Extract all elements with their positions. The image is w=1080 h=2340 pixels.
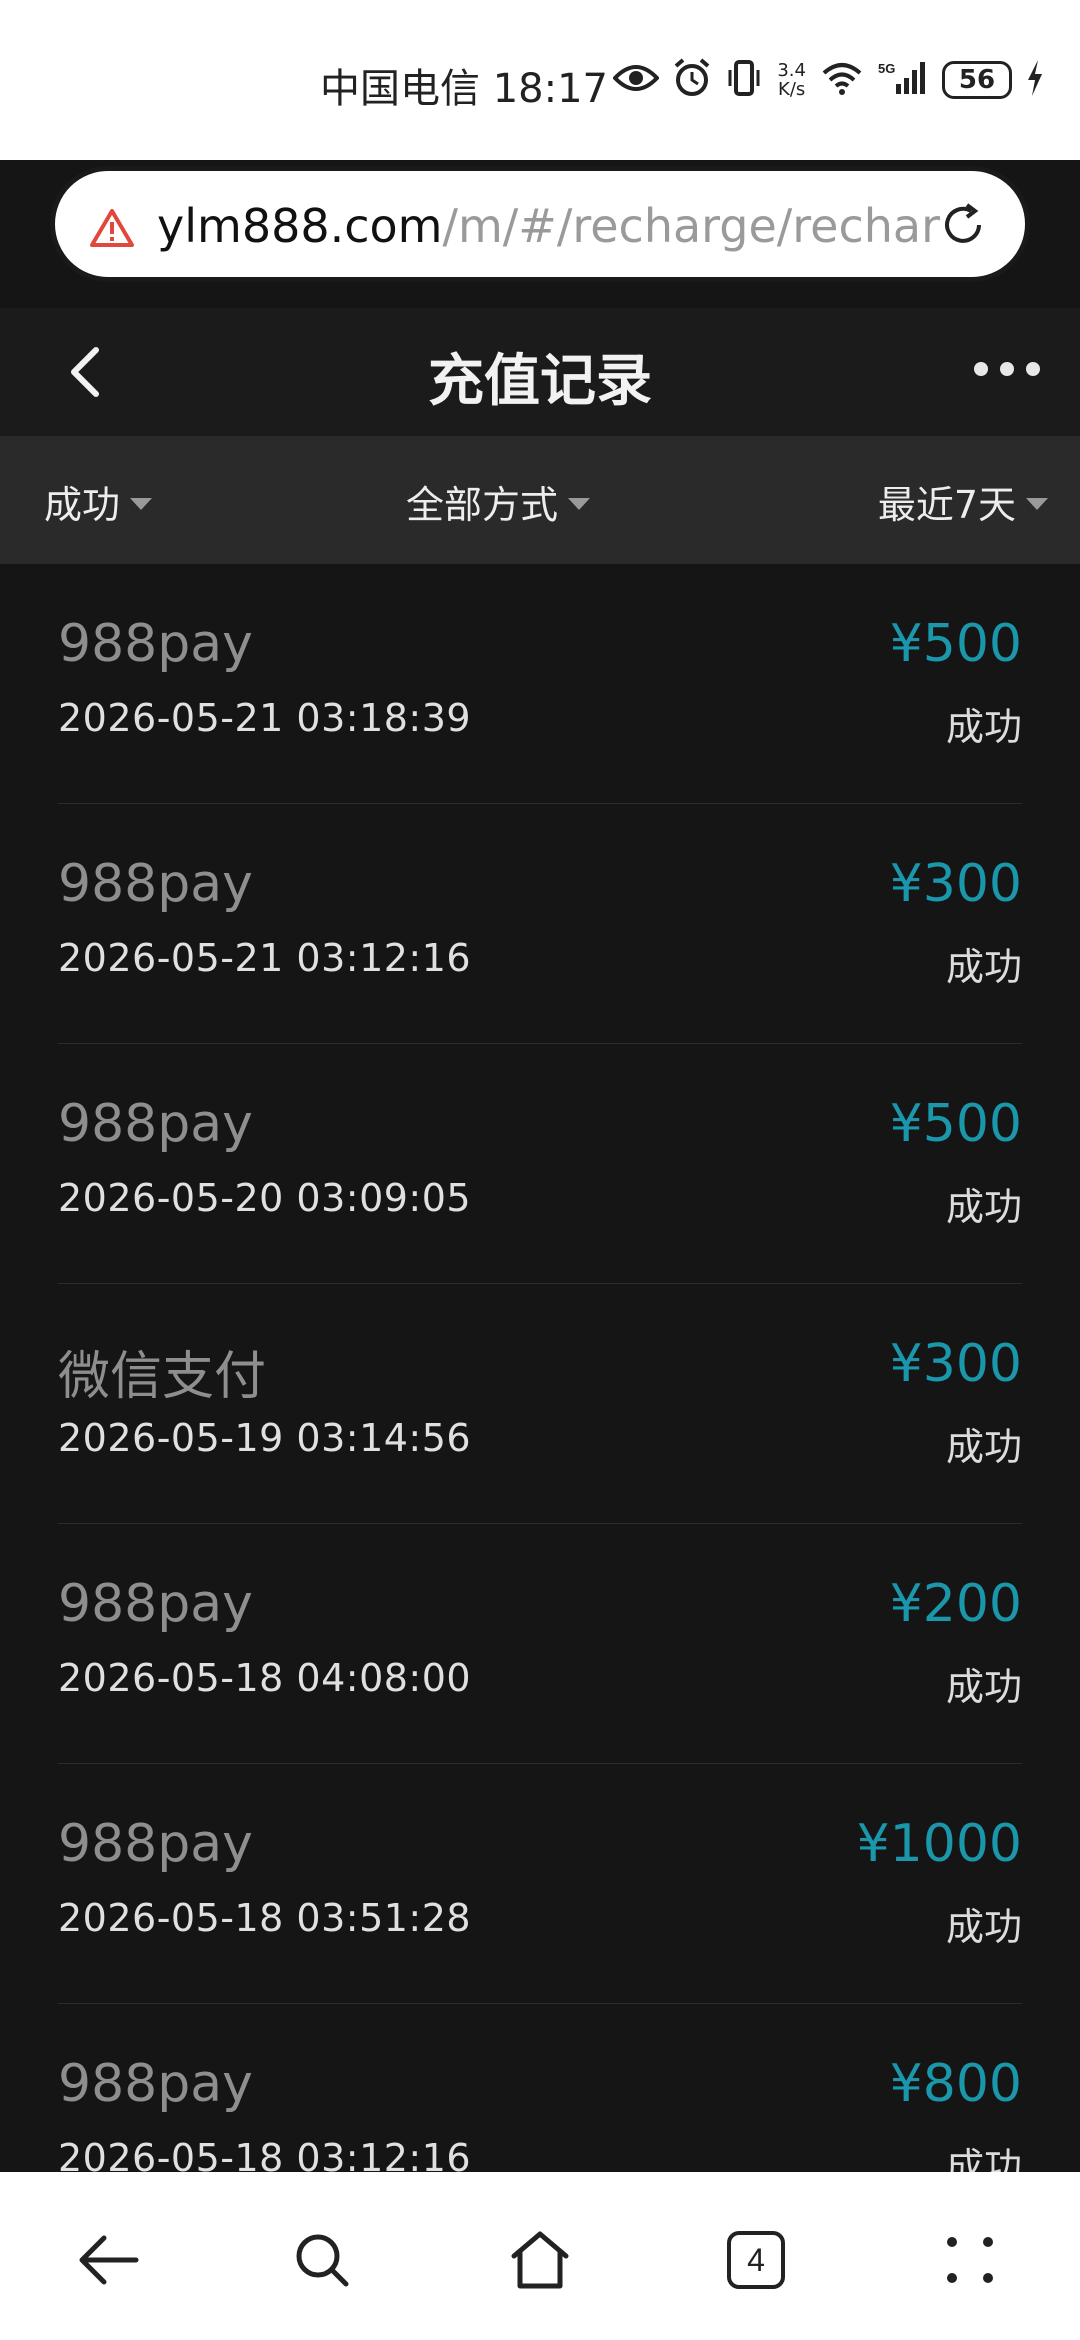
record-time: 2026-05-18 03:51:28 (58, 1896, 472, 1940)
record-status: 成功 (945, 1905, 1022, 1949)
record-method: 988pay (58, 1814, 253, 1874)
tab-count: 4 (727, 2231, 785, 2289)
home-icon (511, 2231, 569, 2289)
record-time: 2026-05-19 03:14:56 (58, 1416, 472, 1460)
page-title: 充值记录 (428, 349, 652, 414)
url-path: /m/#/recharge/rechar (442, 199, 941, 253)
time-filter-label: 最近7天 (877, 483, 1016, 527)
record-method: 988pay (58, 1094, 253, 1154)
record-amount: ¥300 (889, 1334, 1022, 1394)
record-method: 微信支付 (58, 1347, 267, 1407)
carrier-time: 中国电信 18:17 (320, 66, 608, 112)
vibrate-icon (725, 58, 763, 102)
arrow-left-icon (79, 2235, 139, 2285)
search-icon (296, 2234, 349, 2287)
record-time: 2026-05-18 03:12:16 (58, 2136, 472, 2172)
record-row[interactable]: 微信支付 2026-05-19 03:14:56 ¥300 成功 (58, 1284, 1022, 1524)
status-bar: 中国电信 18:17 3.4 K/s 5G 56 (0, 0, 1080, 160)
record-row[interactable]: 988pay 2026-05-21 03:12:16 ¥300 成功 (58, 804, 1022, 1044)
warning-icon[interactable] (89, 207, 135, 253)
more-icon[interactable] (974, 362, 1040, 376)
browser-back-button[interactable] (72, 2224, 144, 2296)
record-amount: ¥300 (889, 854, 1022, 914)
record-method: 988pay (58, 854, 253, 914)
record-amount: ¥500 (889, 614, 1022, 674)
page-header: 充值记录 (0, 308, 1080, 436)
address-bar[interactable]: ylm888.com/m/#/recharge/rechar (50, 166, 1030, 282)
record-method: 988pay (58, 614, 253, 674)
record-amount: ¥200 (889, 1574, 1022, 1634)
network-type: 5G (878, 61, 895, 76)
time-filter[interactable]: 最近7天 (878, 474, 1048, 529)
record-status: 成功 (945, 1665, 1022, 1709)
url-text[interactable]: ylm888.com/m/#/recharge/rechar (157, 199, 957, 253)
record-time: 2026-05-21 03:18:39 (58, 696, 472, 740)
record-status: 成功 (945, 1185, 1022, 1229)
caret-down-icon (568, 497, 591, 510)
record-amount: ¥500 (889, 1094, 1022, 1154)
status-filter[interactable]: 成功 (44, 474, 153, 529)
browser-menu-button[interactable] (934, 2224, 1006, 2296)
wifi-icon (820, 61, 864, 99)
record-status: 成功 (945, 705, 1022, 749)
record-status: 成功 (945, 2145, 1022, 2172)
battery-icon: 56 (942, 61, 1012, 99)
charging-icon (1026, 60, 1044, 100)
browser-tabs-button[interactable]: 4 (720, 2224, 792, 2296)
method-filter[interactable]: 全部方式 (406, 474, 591, 529)
signal-icon: 5G (878, 60, 928, 100)
record-amount: ¥1000 (856, 1814, 1022, 1874)
record-time: 2026-05-20 03:09:05 (58, 1176, 472, 1220)
browser-home-button[interactable] (504, 2224, 576, 2296)
alarm-icon (673, 58, 711, 102)
network-speed: 3.4 K/s (777, 60, 806, 100)
record-row[interactable]: 988pay 2026-05-18 03:12:16 ¥800 成功 (58, 2004, 1022, 2172)
recharge-record-list[interactable]: 988pay 2026-05-21 03:18:39 ¥500 成功 988pa… (0, 564, 1080, 2172)
record-row[interactable]: 988pay 2026-05-18 03:51:28 ¥1000 成功 (58, 1764, 1022, 2004)
method-filter-label: 全部方式 (406, 483, 559, 527)
record-status: 成功 (945, 945, 1022, 989)
caret-down-icon (130, 497, 153, 510)
record-time: 2026-05-21 03:12:16 (58, 936, 472, 980)
browser-search-button[interactable] (286, 2224, 358, 2296)
url-host: ylm888.com (157, 199, 443, 253)
browser-bottom-nav: 4 (0, 2172, 1080, 2340)
record-row[interactable]: 988pay 2026-05-18 04:08:00 ¥200 成功 (58, 1524, 1022, 1764)
filter-bar: 成功 全部方式 最近7天 (0, 436, 1080, 564)
record-status: 成功 (945, 1425, 1022, 1469)
record-method: 988pay (58, 2054, 253, 2114)
status-icons: 3.4 K/s 5G 56 (612, 56, 1044, 104)
record-row[interactable]: 988pay 2026-05-21 03:18:39 ¥500 成功 (58, 564, 1022, 804)
reload-icon[interactable] (939, 201, 987, 253)
caret-down-icon (1026, 497, 1048, 510)
record-time: 2026-05-18 04:08:00 (58, 1656, 472, 1700)
record-method: 988pay (58, 1574, 253, 1634)
eye-icon (612, 62, 661, 98)
record-amount: ¥800 (889, 2054, 1022, 2114)
status-filter-label: 成功 (44, 483, 121, 527)
record-row[interactable]: 988pay 2026-05-20 03:09:05 ¥500 成功 (58, 1044, 1022, 1284)
menu-dots-icon (947, 2237, 993, 2283)
